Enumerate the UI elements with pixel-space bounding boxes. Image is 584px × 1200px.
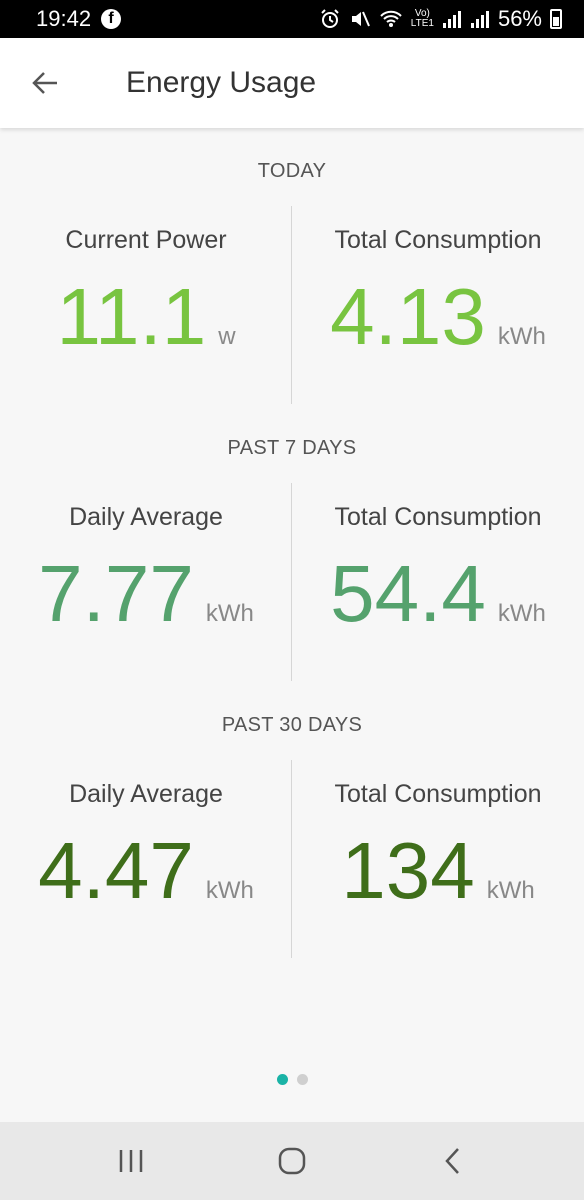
chevron-left-icon — [445, 1148, 460, 1174]
section-label-today: TODAY — [257, 160, 327, 182]
metric-unit: kWh — [205, 600, 254, 627]
metric-title: Daily Average — [69, 503, 223, 531]
recent-apps-icon — [119, 1150, 142, 1172]
metric-daily-average-30-days: Daily Average 4.47 kWh — [0, 780, 292, 911]
back-nav-button[interactable] — [423, 1131, 483, 1191]
metric-value: 134 — [341, 826, 475, 915]
metric-unit: kWh — [497, 600, 546, 627]
page-dot[interactable] — [296, 1074, 308, 1085]
metric-value: 54.4 — [330, 549, 486, 638]
metric-title: Total Consumption — [334, 226, 542, 254]
metric-value: 11.1 — [56, 272, 207, 361]
status-bar: 19:42 f Vo) LTE1 56% — [0, 0, 584, 38]
home-icon — [278, 1147, 306, 1175]
recent-apps-button[interactable] — [101, 1131, 161, 1191]
status-time: 19:42 — [36, 6, 92, 31]
metric-title: Total Consumption — [334, 780, 542, 808]
metric-current-power: Current Power 11.1 w — [0, 226, 292, 357]
metric-value: 7.77 — [38, 549, 194, 638]
metric-title: Current Power — [65, 226, 227, 254]
arrow-left-icon — [32, 72, 57, 94]
system-nav-bar — [0, 1122, 584, 1200]
alarm-icon — [319, 8, 341, 30]
app-bar: Energy Usage — [0, 38, 584, 128]
metric-total-consumption-today: Total Consumption 4.13 kWh — [292, 226, 584, 357]
section-label-30-days: PAST 30 DAYS — [221, 714, 363, 736]
metric-unit: w — [218, 323, 236, 350]
wifi-icon — [379, 9, 403, 29]
mute-icon — [349, 8, 371, 30]
metric-unit: kWh — [497, 323, 546, 350]
page-indicator — [0, 1074, 584, 1085]
back-button[interactable] — [0, 38, 90, 128]
battery-percent: 56% — [497, 6, 542, 31]
roaming-signal-icon — [470, 9, 490, 29]
metric-value: 4.13 — [330, 272, 486, 361]
page-dot-active[interactable] — [276, 1074, 288, 1085]
metric-unit: kWh — [205, 877, 254, 904]
energy-content: TODAY Current Power 11.1 w Total Consump… — [0, 128, 584, 1122]
metric-unit: kWh — [486, 877, 535, 904]
signal-icon — [442, 9, 462, 29]
metric-total-consumption-30-days: Total Consumption 134 kWh — [292, 780, 584, 911]
metric-title: Total Consumption — [334, 503, 542, 531]
section-label-7-days: PAST 7 DAYS — [227, 437, 357, 459]
metric-total-consumption-7-days: Total Consumption 54.4 kWh — [292, 503, 584, 634]
volte-icon: Vo) LTE1 — [410, 8, 434, 29]
battery-icon — [550, 9, 562, 29]
metric-title: Daily Average — [69, 780, 223, 808]
page-title: Energy Usage — [126, 66, 317, 99]
metric-value: 4.47 — [38, 826, 194, 915]
home-button[interactable] — [262, 1131, 322, 1191]
facebook-icon: f — [101, 9, 122, 29]
metric-daily-average-7-days: Daily Average 7.77 kWh — [0, 503, 292, 634]
